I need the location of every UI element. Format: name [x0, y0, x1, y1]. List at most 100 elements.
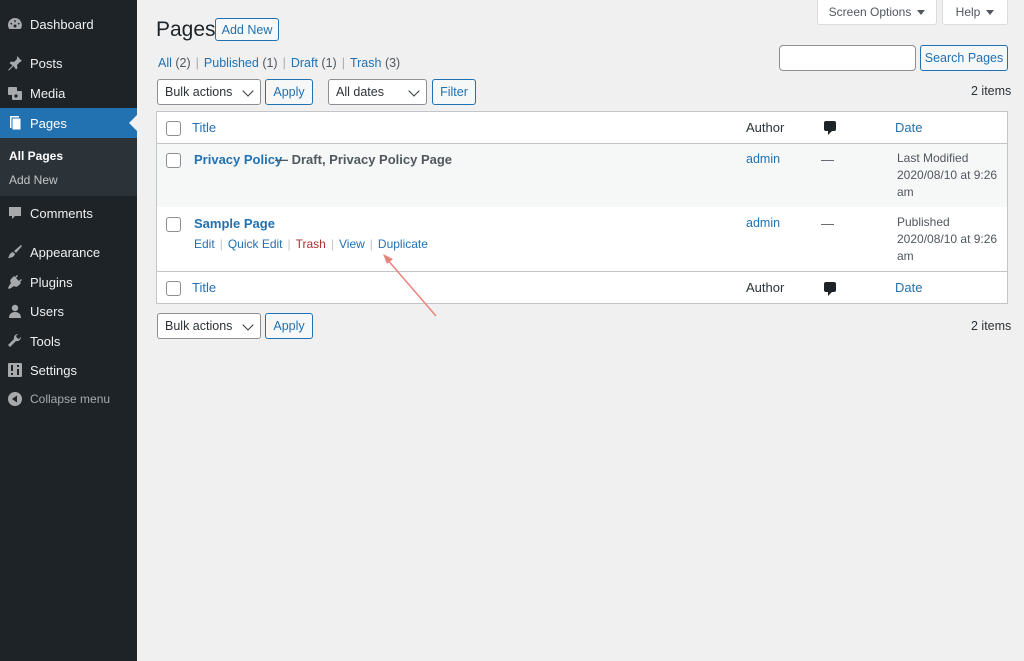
pages-submenu: All Pages Add New [0, 138, 137, 196]
action-separator: | [287, 237, 291, 251]
sidebar-item-label: Settings [30, 362, 77, 378]
view-published-link[interactable]: Published [204, 56, 259, 70]
sidebar-item-label: Dashboard [30, 16, 94, 32]
trash-link[interactable]: Trash [296, 237, 326, 251]
row-divider [157, 271, 1007, 272]
apply-button[interactable]: Apply [265, 79, 313, 105]
filter-button[interactable]: Filter [432, 79, 476, 105]
items-count: 2 items [971, 84, 1012, 98]
submenu-item-all-pages[interactable]: All Pages [9, 149, 63, 163]
wrench-icon [7, 333, 23, 349]
view-separator: | [195, 56, 199, 70]
comment-icon [7, 205, 23, 221]
date-time-suffix: am [897, 185, 914, 199]
action-separator: | [219, 237, 223, 251]
sidebar-item-label: Media [30, 85, 66, 101]
row-title-link[interactable]: Privacy Policy [194, 152, 282, 167]
search-pages-button[interactable]: Search Pages [920, 45, 1008, 71]
collapse-icon [7, 391, 23, 407]
view-link[interactable]: View [339, 237, 365, 251]
search-input[interactable] [779, 45, 916, 71]
date-status: Published [897, 215, 950, 229]
author-link[interactable]: admin [746, 152, 780, 166]
select-all-checkbox[interactable] [166, 121, 181, 136]
brush-icon [7, 244, 23, 260]
sidebar-item-label: Posts [30, 55, 63, 71]
sidebar-item-users[interactable]: Users [0, 296, 137, 326]
bulk-actions-select-bottom[interactable]: Bulk actions [157, 313, 261, 339]
date-filter-value: All dates [336, 85, 384, 99]
pushpin-icon [7, 55, 23, 71]
sidebar-item-label: Comments [30, 205, 93, 221]
column-header-author: Author [746, 120, 785, 135]
screen-options-label: Screen Options [828, 5, 912, 19]
help-button[interactable]: Help [942, 0, 1008, 25]
sidebar-item-settings[interactable]: Settings [0, 355, 137, 385]
row-checkbox[interactable] [166, 153, 181, 168]
quick-edit-link[interactable]: Quick Edit [228, 237, 283, 251]
column-header-title[interactable]: Title [192, 120, 216, 135]
annotation-arrow-icon [383, 254, 437, 317]
pages-table: Title Author Date Privacy Policy — Draft… [156, 111, 1008, 304]
comment-count: — [821, 152, 834, 167]
date-cell: Last Modified 2020/08/10 at 9:26 am [897, 150, 1007, 201]
row-checkbox[interactable] [166, 217, 181, 232]
chevron-down-icon [408, 85, 420, 97]
add-new-button[interactable]: Add New [215, 18, 279, 41]
screen-options-button[interactable]: Screen Options [817, 0, 937, 25]
sidebar-item-media[interactable]: Media [0, 78, 137, 108]
view-separator: | [282, 56, 286, 70]
date-cell: Published 2020/08/10 at 9:26 am [897, 214, 1007, 265]
media-icon [7, 85, 23, 101]
column-footer-date[interactable]: Date [895, 280, 922, 295]
sidebar-item-label: Appearance [30, 244, 101, 260]
sidebar-item-pages[interactable]: Pages [0, 108, 137, 138]
sidebar-item-label: Pages [30, 115, 67, 131]
view-draft-link[interactable]: Draft [291, 56, 318, 70]
view-count: (1) [262, 56, 278, 70]
row-title-link[interactable]: Sample Page [194, 216, 275, 231]
comments-column-icon [824, 121, 836, 135]
select-all-checkbox-footer[interactable] [166, 281, 181, 296]
page-icon [7, 115, 23, 131]
author-link[interactable]: admin [746, 216, 780, 230]
chevron-down-icon [242, 319, 254, 331]
submenu-item-add-new[interactable]: Add New [9, 173, 58, 187]
sidebar-item-comments[interactable]: Comments [0, 198, 137, 228]
date-status: Last Modified [897, 151, 969, 165]
sidebar-item-dashboard[interactable]: Dashboard [0, 9, 137, 39]
view-count: (3) [384, 56, 401, 70]
collapse-menu-label: Collapse menu [30, 392, 111, 406]
admin-sidebar: Dashboard Posts Media Pages All Pages Ad… [0, 0, 137, 661]
view-trash-link[interactable]: Trash [350, 56, 382, 70]
column-header-date[interactable]: Date [895, 120, 922, 135]
edit-link[interactable]: Edit [194, 237, 215, 251]
sidebar-item-plugins[interactable]: Plugins [0, 267, 137, 297]
chevron-down-icon [242, 85, 254, 97]
bulk-actions-select[interactable]: Bulk actions [157, 79, 261, 105]
page-title: Pages [156, 18, 216, 41]
date-filter-select[interactable]: All dates [328, 79, 427, 105]
sidebar-item-appearance[interactable]: Appearance [0, 237, 137, 267]
caret-down-icon [917, 9, 926, 15]
bulk-actions-value: Bulk actions [165, 85, 233, 99]
sidebar-item-posts[interactable]: Posts [0, 48, 137, 78]
dashboard-icon [7, 16, 23, 32]
column-footer-author: Author [746, 280, 785, 295]
sidebar-item-tools[interactable]: Tools [0, 326, 137, 356]
apply-button-bottom[interactable]: Apply [265, 313, 313, 339]
view-separator: | [341, 56, 345, 70]
status-filter-views: All (2) | Published (1) | Draft (1) | Tr… [158, 56, 400, 70]
date-value: 2020/08/10 at 9:26 [897, 232, 998, 246]
collapse-menu-button[interactable]: Collapse menu [0, 384, 137, 414]
column-footer-title[interactable]: Title [192, 280, 216, 295]
items-count-bottom: 2 items [971, 319, 1012, 333]
help-label: Help [955, 5, 981, 19]
settings-icon [7, 362, 23, 378]
sidebar-item-label: Plugins [30, 274, 73, 290]
post-state: — Draft, Privacy Policy Page [275, 152, 453, 167]
sidebar-item-label: Tools [30, 333, 61, 349]
view-all-link[interactable]: All [158, 56, 172, 70]
sidebar-item-label: Users [30, 303, 64, 319]
plugin-icon [7, 274, 23, 290]
